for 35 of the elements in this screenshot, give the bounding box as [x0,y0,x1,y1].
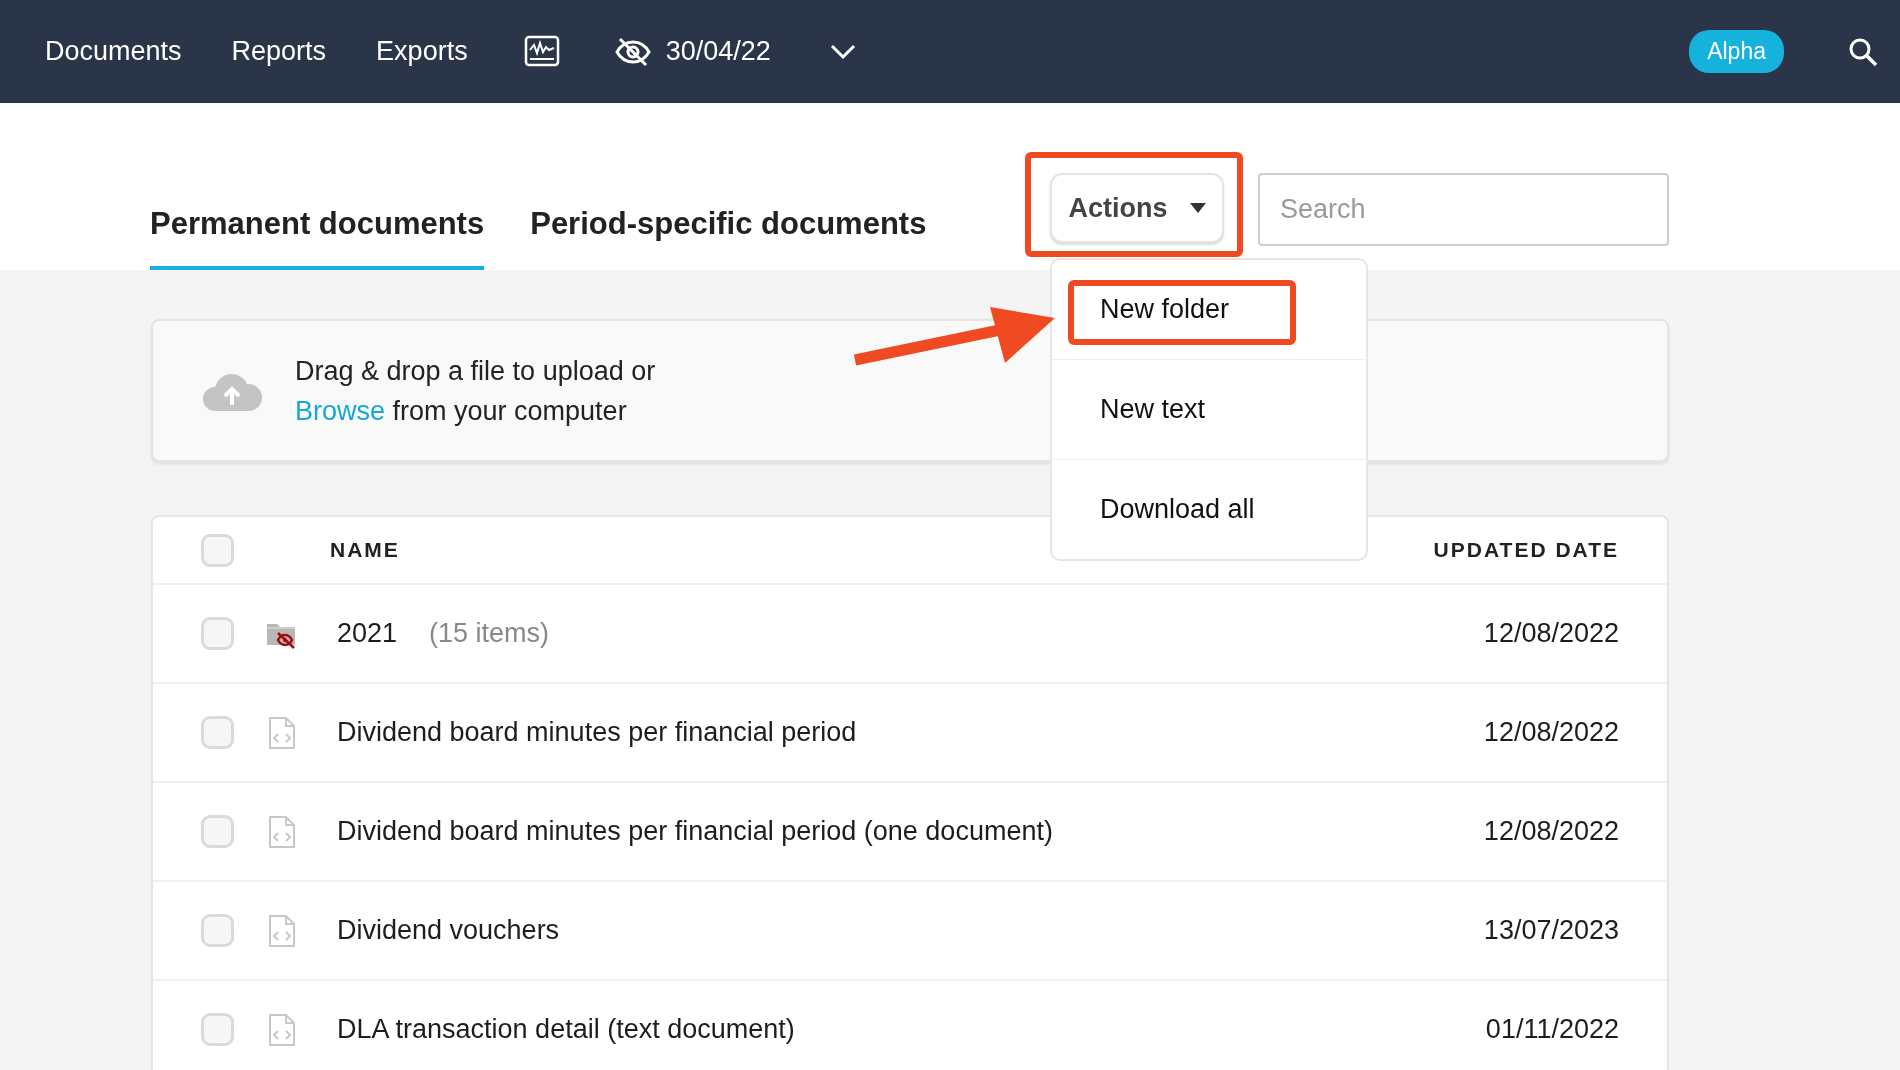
column-header: NAME [330,538,400,562]
checkbox[interactable] [201,716,234,749]
nav-link[interactable]: Reports [231,36,327,67]
item-count: (15 items) [429,618,550,649]
updated-date: 12/08/2022 [1483,618,1619,649]
search-icon[interactable] [1848,36,1878,67]
caret-icon [1189,203,1206,213]
updated-date: 01/11/2022 [1485,1014,1619,1045]
document-name[interactable]: DLA transaction detail (text document) [337,1014,795,1045]
tab[interactable]: Permanent documents [150,103,485,270]
checkbox[interactable] [201,815,234,848]
document-name[interactable]: Dividend vouchers [337,915,560,946]
nav-link[interactable]: Exports [376,36,468,67]
checkbox[interactable] [201,617,234,650]
document-name[interactable]: Dividend board minutes per financial period (one document) [337,816,1053,847]
updated-date: 12/08/2022 [1483,816,1619,847]
checkbox[interactable] [201,533,234,567]
column-header: UPDATED DATE [1433,538,1619,562]
environment-badge: Alpha [1689,30,1784,73]
checkbox[interactable] [201,1013,234,1046]
period-date[interactable]: 30/04/22 [665,36,771,67]
chevron-down-icon[interactable] [828,42,857,61]
tab[interactable]: Period-specific documents [530,103,927,270]
document-name[interactable]: 2021 [337,618,398,649]
actions-button[interactable]: Actions [1050,173,1224,243]
upload-instructions: Drag & drop a file to upload or Browse from your computer [295,354,656,428]
updated-date: 13/07/2023 [1483,915,1619,946]
nav-link[interactable]: Documents [45,36,182,67]
menu-item[interactable]: Download all [1052,459,1366,559]
document-name[interactable]: Dividend board minutes per financial period [337,717,857,748]
updated-date: 12/08/2022 [1483,717,1619,748]
menu-item[interactable]: New text [1052,359,1366,459]
checkbox[interactable] [201,914,234,947]
search-field[interactable]: Search [1258,173,1669,246]
hidden-eye-icon[interactable] [613,35,652,68]
